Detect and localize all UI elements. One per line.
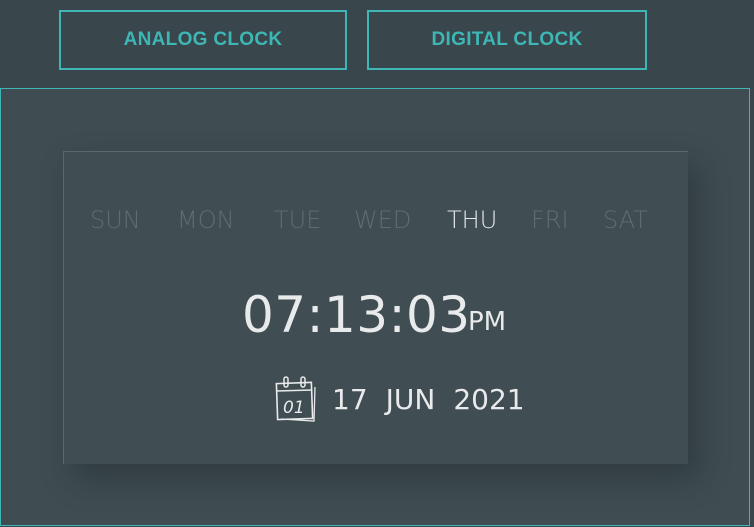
- weekday-row: SUN MON TUE WED THU FRI SAT: [64, 206, 688, 238]
- weekday-sun: SUN: [90, 206, 141, 234]
- calendar-icon: 01: [275, 376, 316, 422]
- digital-clock-button[interactable]: DIGITAL CLOCK: [367, 10, 647, 70]
- weekday-sat: SAT: [603, 206, 648, 234]
- weekday-wed: WED: [354, 206, 412, 234]
- digital-clock-card: SUN MON TUE WED THU FRI SAT 07:13:03 PM …: [63, 151, 688, 464]
- weekday-tue: TUE: [274, 206, 322, 234]
- date-year: 2021: [453, 382, 525, 416]
- date-display: 01 17 JUN 2021: [274, 374, 543, 424]
- date-month: JUN: [385, 382, 436, 416]
- weekday-thu: THU: [447, 206, 498, 234]
- analog-clock-button[interactable]: ANALOG CLOCK: [59, 10, 347, 70]
- date-day: 17: [332, 382, 368, 416]
- time-display: 07:13:03: [242, 286, 471, 344]
- ampm-indicator: PM: [468, 307, 507, 337]
- clock-stage: SUN MON TUE WED THU FRI SAT 07:13:03 PM …: [0, 88, 750, 526]
- calendar-icon-text: 01: [283, 398, 305, 418]
- weekday-mon: MON: [177, 206, 235, 234]
- weekday-fri: FRI: [531, 206, 569, 234]
